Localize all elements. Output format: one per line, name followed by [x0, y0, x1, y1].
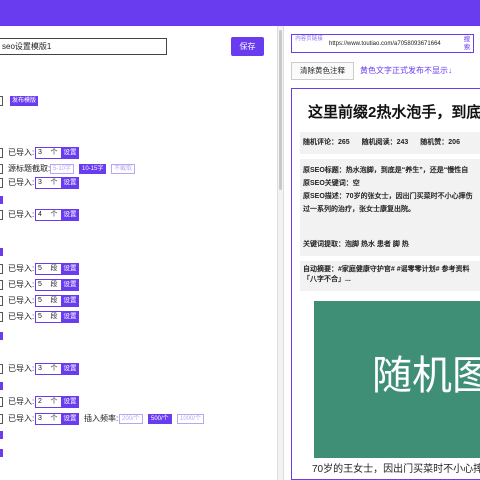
import-row-5: 已导入: 2 个 设置	[0, 396, 277, 408]
row-checkbox[interactable]	[0, 364, 3, 374]
seo-keywords: 原SEO关键词：空	[303, 180, 360, 187]
option-no-truncate[interactable]: 不截取	[111, 164, 136, 174]
import-row-1: 已导入: 3 个 设置	[0, 147, 277, 159]
section-marker	[0, 196, 3, 204]
template-name-input[interactable]: seo设置模版1	[0, 38, 167, 55]
row-label: 已导入:	[8, 264, 35, 273]
section-marker	[0, 332, 3, 340]
title-truncate-row: 源标题截取: 5-10字 10-15字 不截取	[0, 163, 277, 175]
row-checkbox[interactable]	[0, 210, 3, 220]
paragraph-row-2: 已导入: 5 段 设置	[0, 279, 277, 291]
row-checkbox[interactable]	[0, 164, 3, 174]
section-marker	[0, 449, 3, 457]
url-bar: 内容页链接 https://www.toutiao.com/a705809367…	[291, 34, 474, 53]
section-marker	[0, 382, 3, 390]
row-label: 已导入:	[8, 397, 35, 406]
preview-panel: 内容页链接 https://www.toutiao.com/a705809367…	[284, 26, 480, 480]
row-checkbox[interactable]	[0, 397, 3, 407]
random-image: 随机图	[314, 301, 480, 458]
random-likes: 随机赞：206	[420, 139, 460, 146]
settings-button[interactable]: 设置	[61, 363, 79, 375]
original-seo-box: 原SEO标题：热水泡脚，到底是“养生”，还是“慢性自 原SEO关键词：空 原SE…	[300, 159, 480, 235]
freq-option-500[interactable]: 500/个	[148, 414, 172, 424]
unit-label: 个	[47, 413, 61, 425]
seo-settings-panel: seo设置模版1 保存 发布模版 已导入: 3 个 设置 源标题截取: 5-10…	[0, 26, 277, 480]
scrollbar-thumb[interactable]	[279, 30, 282, 190]
row-label: 已导入:	[8, 280, 35, 289]
unit-label: 个	[47, 363, 61, 375]
row-label: 已导入:	[8, 364, 35, 373]
row-checkbox[interactable]	[0, 312, 3, 322]
paragraph-row-4: 已导入: 5 段 设置	[0, 311, 277, 323]
row-label: 已导入:	[8, 312, 35, 321]
settings-button[interactable]: 设置	[61, 311, 79, 323]
option-5-10[interactable]: 5-10字	[50, 164, 75, 174]
save-button[interactable]: 保存	[231, 37, 264, 56]
unit-label: 段	[47, 295, 61, 307]
summary-line-1: 自动摘要：#家庭健康守护官# #谣零零计划# 参考资料	[303, 266, 470, 273]
clear-yellow-notes-button[interactable]: 清除黄色注释	[291, 62, 354, 80]
row-checkbox[interactable]	[0, 178, 3, 188]
settings-button[interactable]: 设置	[61, 413, 79, 425]
freq-option-200[interactable]: 200/个	[119, 414, 143, 424]
settings-button[interactable]: 设置	[61, 263, 79, 275]
settings-button[interactable]: 设置	[61, 177, 79, 189]
unit-label: 个	[47, 177, 61, 189]
frequency-label: 插入频率:	[84, 414, 119, 423]
import-row-3: 已导入: 4 个 设置	[0, 209, 277, 221]
url-input[interactable]: https://www.toutiao.com/a7058093671664	[329, 40, 441, 48]
article-title: 这里前缀2热水泡手，到底是	[308, 104, 480, 121]
unit-label: 个	[47, 396, 61, 408]
article-body-first-line: 70岁的王女士，因出门买菜时不小心摔倒	[312, 464, 480, 475]
paragraph-row-1: 已导入: 5 段 设置	[0, 263, 277, 275]
seo-title: 原SEO标题：热水泡脚，到底是“养生”，还是“慢性自	[303, 167, 469, 174]
section-marker	[0, 431, 3, 439]
settings-button[interactable]: 设置	[61, 396, 79, 408]
import-row-4: 已导入: 3 个 设置	[0, 363, 277, 375]
insert-frequency-row: 已导入: 3 个 设置 插入频率: 200/个 500/个 1000/个	[0, 413, 277, 425]
random-image-text: 随机图	[372, 353, 480, 399]
article-preview: 这里前缀2热水泡手，到底是 随机评论：265 随机阅读：243 随机赞：206 …	[291, 88, 480, 480]
unit-label: 个	[47, 147, 61, 159]
settings-button[interactable]: 设置	[61, 295, 79, 307]
publish-checkbox[interactable]	[0, 96, 3, 106]
top-app-bar	[0, 0, 480, 26]
row-label: 已导入:	[8, 210, 35, 219]
settings-button[interactable]: 设置	[61, 279, 79, 291]
row-checkbox[interactable]	[0, 280, 3, 290]
settings-button[interactable]: 设置	[61, 147, 79, 159]
row-checkbox[interactable]	[0, 296, 3, 306]
stats-box: 随机评论：265 随机阅读：243 随机赞：206	[300, 132, 480, 154]
row-label: 已导入:	[8, 414, 35, 423]
unit-label: 个	[47, 209, 61, 221]
search-button[interactable]: 搜索	[461, 36, 473, 52]
row-checkbox[interactable]	[0, 148, 3, 158]
option-10-15[interactable]: 10-15字	[79, 164, 107, 174]
paragraph-row-3: 已导入: 5 段 设置	[0, 295, 277, 307]
yellow-note-hint: 黄色文字正式发布不显示↓	[360, 66, 452, 75]
row-checkbox[interactable]	[0, 414, 3, 424]
random-comments: 随机评论：265	[303, 139, 350, 146]
row-label: 已导入:	[8, 178, 35, 187]
summary-box: 自动摘要：#家庭健康守护官# #谣零零计划# 参考资料 「八字不合」...	[300, 261, 480, 291]
unit-label: 段	[47, 263, 61, 275]
keywords-box: 关键词提取：泡脚 热水 患者 脚 热	[300, 234, 480, 256]
seo-description: 原SEO描述：70岁的张女士，因出门买菜时不小心摔伤	[303, 193, 473, 200]
row-label: 已导入:	[8, 296, 35, 305]
freq-option-1000[interactable]: 1000/个	[177, 414, 205, 424]
import-row-2: 已导入: 3 个 设置	[0, 177, 277, 189]
random-reads: 随机阅读：243	[361, 139, 409, 146]
seo-description-cont: 过一系列的治疗，张女士康复出院。	[303, 206, 415, 213]
settings-button[interactable]: 设置	[61, 209, 79, 221]
row-checkbox[interactable]	[0, 264, 3, 274]
section-marker	[0, 248, 3, 256]
publish-template-tag[interactable]: 发布模版	[10, 96, 39, 106]
url-label: 内容页链接	[295, 36, 323, 42]
summary-line-2: 「八字不合」...	[303, 276, 351, 283]
unit-label: 段	[47, 279, 61, 291]
row-label: 已导入:	[8, 148, 35, 157]
row-label: 源标题截取:	[8, 164, 51, 173]
unit-label: 段	[47, 311, 61, 323]
